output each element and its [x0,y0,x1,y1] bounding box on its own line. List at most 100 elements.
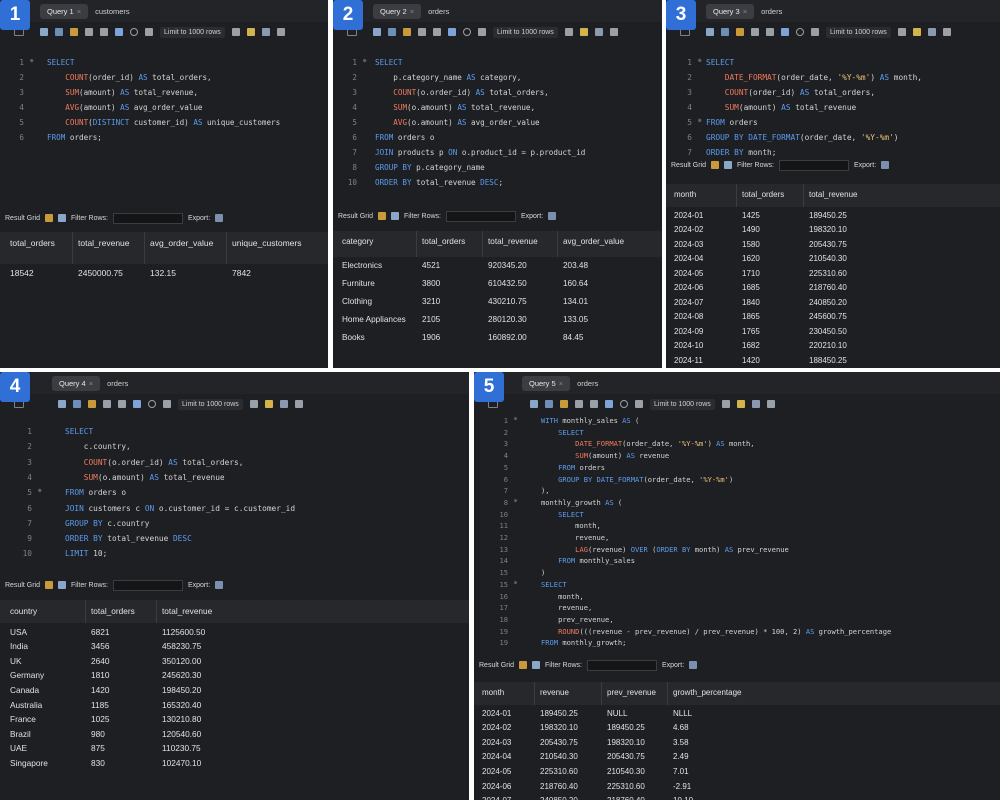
grid-cell[interactable]: 205430.75 [607,752,645,761]
toggle-icon[interactable] [620,400,628,408]
grid-icon[interactable] [519,661,528,669]
grid-icon[interactable] [45,214,54,222]
grid-cell[interactable]: India [10,641,28,651]
close-icon[interactable]: × [410,7,414,16]
grid-cell[interactable]: 3.58 [673,738,689,747]
tab-customers[interactable]: customers [88,4,137,19]
grid-cell[interactable]: 130210.80 [162,714,201,724]
sql-editor[interactable]: 1 ● SELECT 2 p.category_name AS category, 3 … [333,44,662,204]
limit-rows-select[interactable]: Limit to 1000 rows [160,26,225,38]
grid-cell[interactable]: 2024-09 [674,327,703,336]
column-header[interactable]: revenue [540,688,569,697]
grid-cell[interactable]: 830 [91,758,105,768]
grid-cell[interactable]: Clothing [342,297,372,306]
grid-cell[interactable]: Singapore [10,758,48,768]
grid-cell[interactable]: 1420 [91,685,109,695]
tab-orders[interactable]: orders [100,376,135,391]
save-icon[interactable] [545,400,553,408]
export-icon[interactable] [215,214,224,222]
column-header[interactable]: avg_order_value [563,237,624,246]
grid-cell[interactable]: 230450.50 [809,327,847,336]
chevron-down-icon[interactable] [897,28,906,36]
filter-rows-input[interactable] [778,159,849,171]
explain-icon[interactable] [590,400,598,408]
grid-icon[interactable] [45,581,54,589]
wrap-icon[interactable] [294,400,303,408]
grid-cell[interactable]: 2024-01 [674,211,703,220]
column-divider[interactable] [72,232,73,264]
grid-cell[interactable]: 1490 [742,225,760,234]
grid-cell[interactable]: 210540.30 [809,254,847,263]
grid-cell[interactable]: 134.01 [563,297,588,306]
grid-cell[interactable]: 189450.25 [607,723,645,732]
grid-cell[interactable]: 2024-10 [674,341,703,350]
wrap-icon[interactable] [609,28,618,36]
explain-icon[interactable] [100,28,108,36]
explain-icon[interactable] [433,28,441,36]
execute-icon[interactable] [560,400,568,408]
grid-cell[interactable]: 2024-05 [674,269,703,278]
export-icon[interactable] [689,661,698,669]
column-divider[interactable] [226,232,227,264]
filter-rows-input[interactable] [586,659,657,671]
sql-editor[interactable]: 1 ● WITH monthly_sales AS (2 SELECT 3 DATE_… [474,412,1000,657]
save-icon[interactable] [388,28,396,36]
grid-cell[interactable]: 84.45 [563,333,584,342]
column-header[interactable]: month [674,190,696,199]
grid-cell[interactable]: 2105 [422,315,440,324]
grid-cell[interactable]: Australia [10,700,42,710]
tab-query-3[interactable]: Query 3 × [706,3,755,19]
grid-cell[interactable]: Germany [10,670,44,680]
grid-cell[interactable]: 225310.60 [540,767,578,776]
grid-cell[interactable]: 1685 [742,283,760,292]
grid-cell[interactable]: 2450000.75 [78,268,123,278]
grid-cell[interactable]: -2.91 [673,782,691,791]
stop-icon[interactable] [115,28,123,36]
limit-rows-select[interactable]: Limit to 1000 rows [178,398,243,410]
find-icon[interactable] [261,28,270,36]
filter-icon[interactable] [58,214,67,222]
limit-rows-select[interactable]: Limit to 1000 rows [650,398,715,410]
grid-cell[interactable]: 205430.75 [809,240,847,249]
grid-cell[interactable]: 203.48 [563,261,588,270]
grid-cell[interactable]: 2024-06 [674,283,703,292]
grid-cell[interactable]: 240850.20 [809,298,847,307]
column-divider[interactable] [601,682,602,705]
column-header[interactable]: total_revenue [78,238,130,248]
column-divider[interactable] [534,682,535,705]
open-file-icon[interactable] [40,28,48,36]
grid-cell[interactable]: 220210.10 [809,341,847,350]
column-divider[interactable] [557,231,558,257]
wrap-icon[interactable] [766,400,775,408]
grid-cell[interactable]: UK [10,656,22,666]
execute-icon[interactable] [88,400,96,408]
grid-cell[interactable]: 198320.10 [607,738,645,747]
grid-cell[interactable]: 980 [91,729,105,739]
execute-icon[interactable] [736,28,744,36]
grid-cell[interactable]: 1185 [91,700,109,710]
grid-cell[interactable]: NLLL [673,709,692,718]
grid-cell[interactable]: 225310.60 [607,782,645,791]
chevron-down-icon[interactable] [564,28,573,36]
grid-cell[interactable]: Books [342,333,365,342]
grid-cell[interactable]: 245600.75 [809,312,847,321]
wrap-icon[interactable] [276,28,285,36]
grid-cell[interactable]: 110230.75 [162,743,201,753]
grid-cell[interactable]: 2024-05 [482,767,511,776]
column-header[interactable]: total_orders [422,237,465,246]
open-file-icon[interactable] [706,28,714,36]
save-icon[interactable] [73,400,81,408]
grid-cell[interactable]: 1620 [742,254,760,263]
column-header[interactable]: unique_customers [232,238,301,248]
stop-icon[interactable] [133,400,141,408]
column-header[interactable]: growth_percentage [673,688,742,697]
chevron-down-icon[interactable] [249,400,258,408]
commit-icon[interactable] [163,400,171,408]
column-divider[interactable] [667,682,668,705]
grid-cell[interactable]: 7842 [232,268,251,278]
sql-editor[interactable]: 1 ● SELECT 2 DATE_FORMAT(order_date, '%Y-%m… [666,44,1000,157]
column-divider[interactable] [482,231,483,257]
column-divider[interactable] [736,184,737,207]
tab-query-1[interactable]: Query 1 × [40,3,89,19]
grid-cell[interactable]: 458230.75 [162,641,201,651]
